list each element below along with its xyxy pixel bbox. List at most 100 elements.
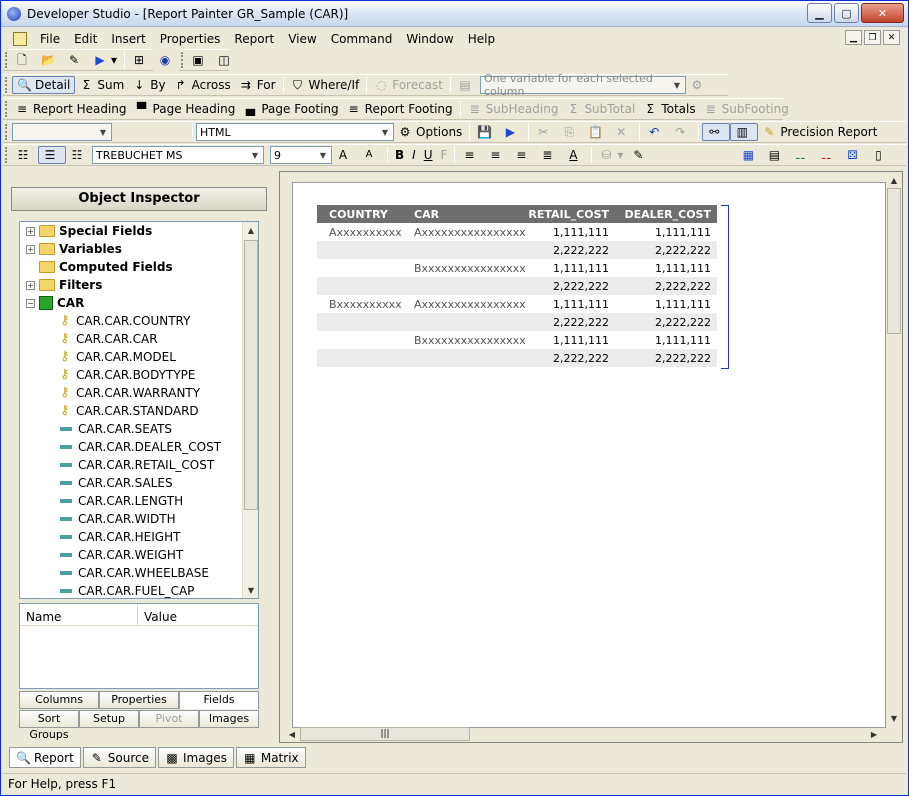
join-button[interactable]: ⚋: [815, 146, 841, 164]
detail-button[interactable]: 🔍 Detail: [12, 76, 76, 94]
insert-graph-button[interactable]: ▦: [737, 146, 763, 164]
tree-item[interactable]: CAR.CAR.DEALER_COST: [20, 438, 258, 456]
header-country[interactable]: COUNTRY: [329, 208, 388, 221]
canvas-hscroll-thumb[interactable]: |||: [300, 727, 470, 741]
table-cell[interactable]: 2,222,222: [655, 352, 711, 365]
menu-properties[interactable]: Properties: [153, 32, 228, 46]
underline-button[interactable]: U: [420, 146, 437, 164]
align-center-button[interactable]: ≡: [484, 146, 510, 164]
tree-item[interactable]: ⚷ CAR.CAR.COUNTRY: [20, 312, 258, 330]
sum-button[interactable]: Σ Sum: [75, 76, 128, 94]
toolbar-grip[interactable]: [5, 77, 8, 93]
report-table[interactable]: COUNTRY CAR RETAIL_COST DEALER_COST Axxx…: [317, 205, 717, 367]
table-cell[interactable]: Bxxxxxxxxxx: [329, 298, 402, 311]
variable-button[interactable]: ▤: [454, 76, 480, 94]
tree-item[interactable]: ⚷ CAR.CAR.CAR: [20, 330, 258, 348]
toolbar-grip[interactable]: [5, 124, 8, 140]
header-dealer-cost[interactable]: DEALER_COST: [624, 208, 711, 221]
menu-edit[interactable]: Edit: [67, 32, 104, 46]
subheading-button[interactable]: ≣ SubHeading: [464, 100, 563, 118]
table-cell[interactable]: 1,111,111: [553, 226, 609, 239]
precision-report-button[interactable]: ✎ Precision Report: [758, 123, 881, 141]
tab-columns[interactable]: Columns: [19, 691, 99, 709]
tree-item[interactable]: CAR.CAR.WHEELBASE: [20, 564, 258, 582]
mdi-minimize-button[interactable]: ▁: [845, 30, 862, 45]
align-right-button[interactable]: ≡: [510, 146, 536, 164]
table-cell[interactable]: 2,222,222: [553, 352, 609, 365]
options-button[interactable]: ⚙ Options: [394, 123, 466, 141]
layout-3-button[interactable]: ☷: [66, 146, 92, 164]
edit-button[interactable]: ✎: [63, 51, 89, 69]
delete-button[interactable]: ✕: [610, 123, 636, 141]
tree-item[interactable]: CAR.CAR.WEIGHT: [20, 546, 258, 564]
canvas-vertical-scrollbar[interactable]: ▲ ▼: [886, 172, 902, 726]
page-heading-button[interactable]: ▀ Page Heading: [131, 100, 240, 118]
style-select[interactable]: ▼: [12, 123, 112, 141]
toolbar-grip[interactable]: [5, 147, 8, 163]
report-heading-button[interactable]: ≡ Report Heading: [11, 100, 131, 118]
expander-icon[interactable]: +: [26, 244, 35, 254]
maximize-button[interactable]: ▢: [834, 3, 859, 23]
table-cell[interactable]: Axxxxxxxxxxxxxxxx: [414, 298, 526, 311]
layout-1-button[interactable]: ☷: [12, 146, 38, 164]
tab-report[interactable]: 🔍 Report: [9, 747, 81, 768]
table-cell[interactable]: Axxxxxxxxxx: [329, 226, 402, 239]
menu-report[interactable]: Report: [227, 32, 281, 46]
fill-button[interactable]: ⛁ ▾: [595, 146, 627, 164]
bold-button[interactable]: B: [391, 146, 408, 164]
table-cell[interactable]: 2,222,222: [553, 244, 609, 257]
page-footing-button[interactable]: ▄ Page Footing: [239, 100, 342, 118]
font-select[interactable]: TREBUCHET MS ▼: [92, 146, 264, 164]
subfooting-button[interactable]: ≣ SubFooting: [700, 100, 793, 118]
tree-item[interactable]: ⚷ CAR.CAR.BODYTYPE: [20, 366, 258, 384]
across-button[interactable]: ↱ Across: [170, 76, 235, 94]
tree-item[interactable]: − CAR: [20, 294, 258, 312]
tree-item[interactable]: + Variables: [20, 240, 258, 258]
tree-scroll-thumb[interactable]: [244, 240, 258, 510]
tab-images-view[interactable]: ▩ Images: [158, 747, 234, 768]
network-button[interactable]: ⚄: [841, 146, 867, 164]
menu-window[interactable]: Window: [399, 32, 460, 46]
table-row[interactable]: 2,222,222 2,222,222: [317, 277, 717, 295]
table-cell[interactable]: 1,111,111: [655, 298, 711, 311]
report-footing-button[interactable]: ≡ Report Footing: [343, 100, 457, 118]
menu-view[interactable]: View: [281, 32, 323, 46]
variable-options-button[interactable]: ⚙: [686, 76, 712, 94]
style-button[interactable]: ✎: [627, 146, 653, 164]
tree-item[interactable]: ⚷ CAR.CAR.MODEL: [20, 348, 258, 366]
menu-command[interactable]: Command: [324, 32, 400, 46]
tree-item[interactable]: + Special Fields: [20, 222, 258, 240]
tree-item[interactable]: CAR.CAR.WIDTH: [20, 510, 258, 528]
tab-images[interactable]: Images: [199, 710, 259, 728]
tree-item[interactable]: CAR.CAR.RETAIL_COST: [20, 456, 258, 474]
scroll-left-icon[interactable]: ◀: [284, 726, 300, 742]
name-column-header[interactable]: Name: [20, 604, 138, 625]
tab-pivot[interactable]: Pivot: [139, 710, 199, 728]
tab-fields[interactable]: Fields: [179, 691, 259, 709]
table-row[interactable]: Bxxxxxxxxxxxxxxxx 1,111,111 1,111,111: [317, 259, 717, 277]
tree-item[interactable]: CAR.CAR.FUEL_CAP: [20, 582, 258, 598]
canvas-horizontal-scrollbar[interactable]: ◀ ||| ▶: [284, 726, 882, 742]
table-cell[interactable]: 2,222,222: [553, 280, 609, 293]
globe-button[interactable]: ◉: [154, 51, 180, 69]
table-cell[interactable]: Axxxxxxxxxxxxxxxx: [414, 226, 526, 239]
report-header-row[interactable]: COUNTRY CAR RETAIL_COST DEALER_COST: [317, 205, 717, 223]
report-canvas[interactable]: COUNTRY CAR RETAIL_COST DEALER_COST Axxx…: [292, 182, 886, 728]
table-cell[interactable]: Bxxxxxxxxxxxxxxxx: [414, 262, 526, 275]
table-cell[interactable]: 1,111,111: [655, 262, 711, 275]
tree-view-button[interactable]: ⊞: [128, 51, 154, 69]
table-cell[interactable]: 1,111,111: [553, 298, 609, 311]
expander-icon[interactable]: +: [26, 280, 35, 290]
justify-button[interactable]: ≣: [536, 146, 562, 164]
totals-button[interactable]: Σ Totals: [639, 100, 699, 118]
table-cell[interactable]: 1,111,111: [655, 334, 711, 347]
scroll-up-icon[interactable]: ▲: [886, 172, 902, 188]
table-cell[interactable]: 1,111,111: [553, 334, 609, 347]
by-button[interactable]: ↓ By: [128, 76, 169, 94]
header-car[interactable]: CAR: [414, 208, 439, 221]
table-cell[interactable]: 1,111,111: [553, 262, 609, 275]
close-button[interactable]: ✕: [861, 3, 904, 23]
run-button[interactable]: ▶ ▾: [89, 51, 121, 69]
new-button[interactable]: 🗋: [11, 51, 37, 69]
menu-help[interactable]: Help: [461, 32, 502, 46]
